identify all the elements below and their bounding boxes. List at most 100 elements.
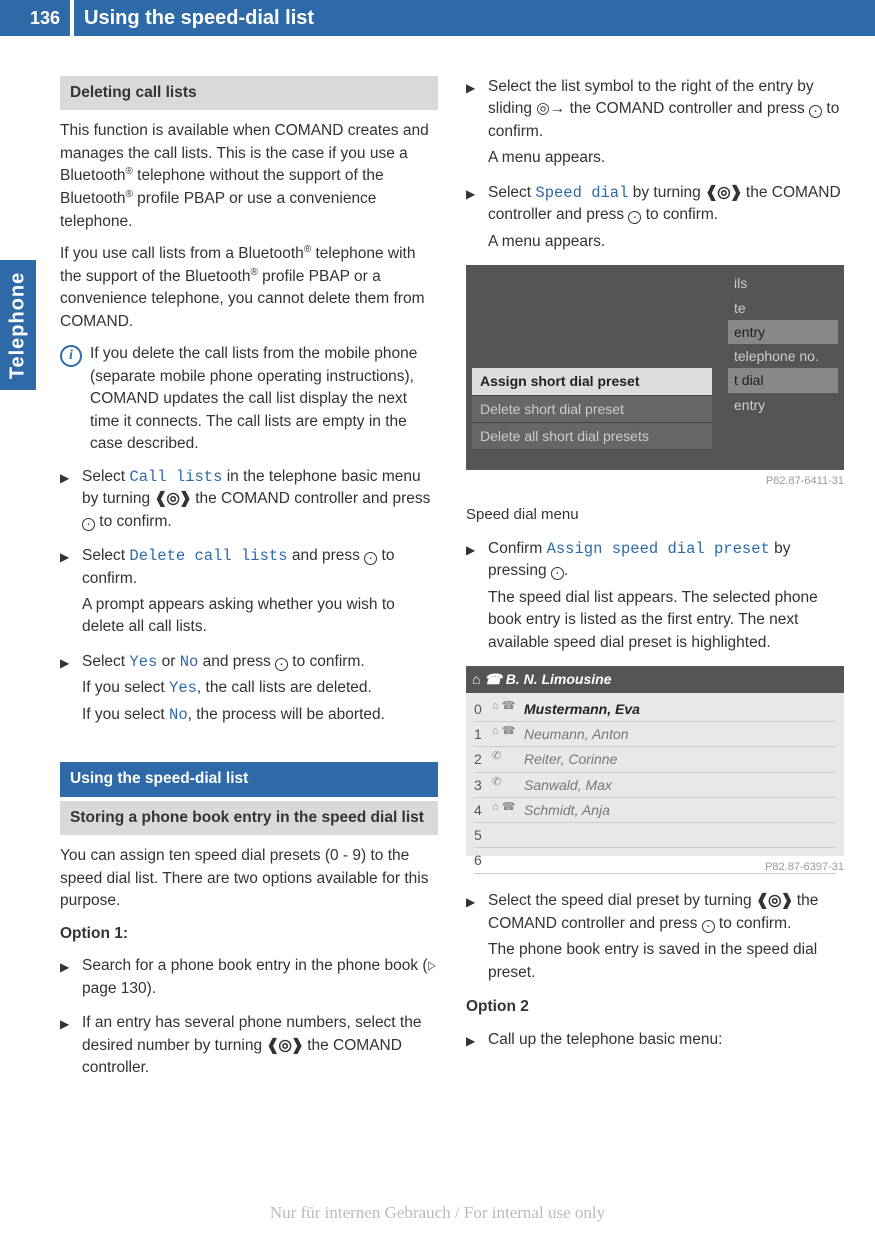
step-marker-icon: ▶ [60, 1016, 74, 1083]
step-result: A menu appears. [488, 147, 844, 169]
step-result: If you select Yes, the call lists are de… [82, 677, 438, 699]
heading-storing-entry: Storing a phone book entry in the speed … [60, 801, 438, 835]
page-number: 136 [0, 0, 70, 36]
preset-number: 2 [474, 749, 492, 769]
entry-icon [492, 850, 524, 870]
step-result: If you select No, the process will be ab… [82, 704, 438, 726]
step-text: Search for a phone book entry in the pho… [82, 955, 438, 1000]
step-result: The phone book entry is saved in the spe… [488, 939, 844, 984]
text: by turning [628, 184, 705, 201]
step-text: Select the list symbol to the right of t… [488, 76, 844, 143]
preset-number: 3 [474, 775, 492, 795]
entry-icon [492, 825, 524, 845]
text: to confirm. [715, 915, 792, 932]
press-controller-icon [275, 658, 288, 671]
press-controller-icon [82, 518, 95, 531]
step: ▶ Select Call lists in the telephone bas… [60, 466, 438, 537]
figure-caption: Speed dial menu [466, 504, 844, 526]
speed-dial-row: 6 [474, 848, 836, 873]
entry-name: Neumann, Anton [524, 724, 836, 744]
text: Select [82, 468, 129, 485]
step-result: A menu appears. [488, 231, 844, 253]
speed-dial-row: 3✆Sanwald, Max [474, 773, 836, 798]
footer-watermark: Nur für internen Gebrauch / For internal… [0, 1203, 875, 1223]
speed-dial-row: 1⌂ ☎Neumann, Anton [474, 722, 836, 747]
text: If you select [82, 706, 169, 723]
step-text: Call up the telephone basic menu: [488, 1029, 844, 1051]
info-text: If you delete the call lists from the mo… [82, 343, 438, 455]
menu-term: Speed dial [535, 184, 628, 202]
list-item: ils [728, 271, 838, 295]
text: Select [488, 184, 535, 201]
step: ▶ Call up the telephone basic menu: [466, 1029, 844, 1055]
text: If you select [82, 679, 169, 696]
menu-item: Delete short dial preset [472, 396, 712, 423]
preset-number: 1 [474, 724, 492, 744]
step-marker-icon: ▶ [60, 549, 74, 643]
text: Confirm [488, 540, 547, 557]
entry-name: Schmidt, Anja [524, 800, 836, 820]
side-tab-label: Telephone [7, 271, 30, 379]
text: and press [198, 653, 275, 670]
text: B. N. Limousine [506, 671, 612, 687]
speed-dial-row: 2✆Reiter, Corinne [474, 747, 836, 772]
press-controller-icon [364, 552, 377, 565]
menu-term: Delete call lists [129, 547, 287, 565]
press-controller-icon [551, 567, 564, 580]
entry-name: Mustermann, Eva [524, 699, 836, 719]
step-text: Confirm Assign speed dial preset by pres… [488, 538, 844, 583]
speed-dial-row: 5 [474, 823, 836, 848]
step-marker-icon: ▶ [466, 1033, 480, 1055]
step-marker-icon: ▶ [60, 470, 74, 537]
menu-term: Assign speed dial preset [547, 540, 770, 558]
entry-name: Reiter, Corinne [524, 749, 836, 769]
text: to confirm. [288, 653, 365, 670]
list-item: entry [728, 320, 838, 344]
press-controller-icon [702, 920, 715, 933]
speed-dial-row: 4⌂ ☎Schmidt, Anja [474, 798, 836, 823]
text: the COMAND controller and press [565, 100, 809, 117]
entry-name: Sanwald, Max [524, 775, 836, 795]
entry-icon: ⌂ ☎ [492, 699, 524, 719]
step-text: Select Speed dial by turning ❰◎❱ the COM… [488, 182, 844, 227]
heading-deleting-call-lists: Deleting call lists [60, 76, 438, 110]
side-tab-telephone: Telephone [0, 260, 36, 390]
text: page 130). [82, 980, 156, 997]
text: , the process will be aborted. [188, 706, 385, 723]
text: Select [82, 653, 129, 670]
step: ▶ Select Yes or No and press to confirm.… [60, 651, 438, 730]
menu-term: Yes [169, 679, 197, 697]
text: to confirm. [95, 513, 172, 530]
text: Search for a phone book entry in the pho… [82, 957, 428, 974]
preset-number: 4 [474, 800, 492, 820]
press-controller-icon [628, 211, 641, 224]
step: ▶ Select the list symbol to the right of… [466, 76, 844, 174]
step: ▶ Confirm Assign speed dial preset by pr… [466, 538, 844, 658]
menu-item: Delete all short dial presets [472, 423, 712, 450]
screenshot-speed-dial-menu: ils te entry telephone no. t dial entry … [466, 265, 844, 470]
speed-dial-row: 0⌂ ☎Mustermann, Eva [474, 697, 836, 722]
text: Select [82, 547, 129, 564]
entry-icon: ⌂ ☎ [492, 800, 524, 820]
turn-controller-icon: ❰◎❱ [756, 892, 793, 909]
option-1-label: Option 1: [60, 923, 438, 945]
step-marker-icon: ▶ [466, 186, 480, 257]
heading-using-speed-dial: Using the speed-dial list [60, 762, 438, 796]
step-result: A prompt appears asking whether you wish… [82, 594, 438, 639]
image-id: P82.87-6411-31 [466, 474, 844, 490]
list-item: te [728, 296, 838, 320]
text: or [157, 653, 179, 670]
text: If you use call lists from a Bluetooth [60, 245, 304, 262]
step-text: Select the speed dial preset by turning … [488, 890, 844, 935]
step-marker-icon: ▶ [466, 80, 480, 174]
menu-term: Yes [129, 653, 157, 671]
menu-item-selected: Assign short dial preset [472, 368, 712, 395]
registered-mark: ® [250, 267, 257, 278]
info-note: i If you delete the call lists from the … [60, 343, 438, 455]
entry-icon: ⌂ ☎ [492, 724, 524, 744]
preset-number: 6 [474, 850, 492, 870]
paragraph: If you use call lists from a Bluetooth® … [60, 243, 438, 333]
entry-name [524, 850, 836, 870]
right-column: ▶ Select the list symbol to the right of… [466, 76, 844, 1092]
step-text: Select Call lists in the telephone basic… [82, 466, 438, 533]
